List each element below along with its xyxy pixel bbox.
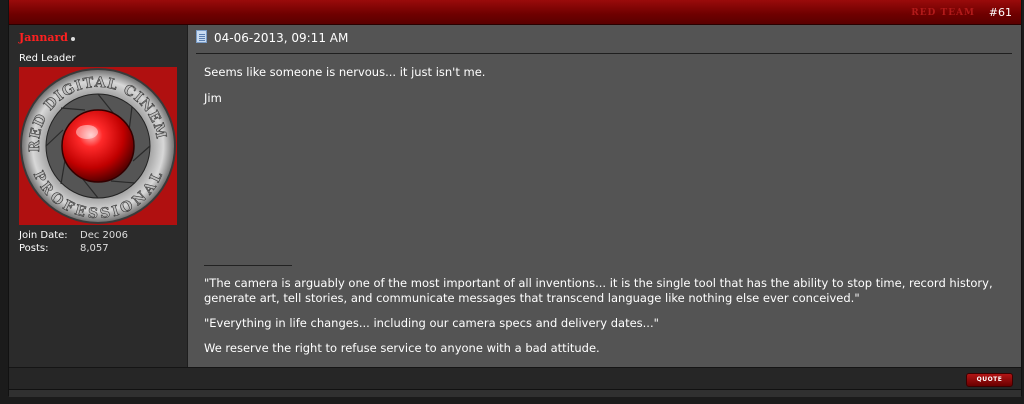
post-separator xyxy=(9,389,1021,397)
post-message: Seems like someone is nervous... it just… xyxy=(204,65,1004,117)
user-title: Red Leader xyxy=(19,53,76,64)
avatar[interactable]: RED DIGITAL CINEMA PROFESSIONAL xyxy=(12,55,177,225)
quote-button[interactable]: QUOTE xyxy=(966,373,1013,387)
post-body: 04-06-2013, 09:11 AM Seems like someone … xyxy=(188,25,1021,367)
user-stats: Join Date: Dec 2006 Posts: 8,057 xyxy=(19,230,179,256)
post-container: RED TEAM #61 Jannard Red Leader RED DIGI… xyxy=(8,0,1022,397)
message-line: Jim xyxy=(204,91,222,105)
signature: "The camera is arguably one of the most … xyxy=(204,276,1014,366)
post-date: 04-06-2013, 09:11 AM xyxy=(214,31,349,45)
message-line: Seems like someone is nervous... it just… xyxy=(204,65,486,79)
stat-row-posts: Posts: 8,057 xyxy=(19,243,179,256)
post-icon xyxy=(196,30,207,43)
online-status-icon xyxy=(71,37,75,41)
stat-row-join-date: Join Date: Dec 2006 xyxy=(19,230,179,243)
red-digital-cinema-logo: RED DIGITAL CINEMA PROFESSIONAL xyxy=(12,55,177,225)
stat-label: Posts: xyxy=(19,243,49,254)
post-date-bar: 04-06-2013, 09:11 AM xyxy=(196,30,1012,54)
stat-label: Join Date: xyxy=(19,230,68,241)
signature-line: "The camera is arguably one of the most … xyxy=(204,276,993,305)
stat-value: 8,057 xyxy=(80,243,109,254)
signature-line: We reserve the right to refuse service t… xyxy=(204,341,600,355)
user-info-panel: Jannard Red Leader RED DIGITAL CINEM PRO… xyxy=(9,25,188,367)
signature-divider xyxy=(204,265,292,266)
signature-line: "Everything in life changes... including… xyxy=(204,316,659,330)
username-link[interactable]: Jannard xyxy=(19,31,68,44)
post-header-bar: RED TEAM #61 xyxy=(9,0,1021,25)
post-number-link[interactable]: #61 xyxy=(989,6,1012,19)
stat-value: Dec 2006 xyxy=(80,230,128,241)
post-footer: QUOTE xyxy=(9,367,1021,389)
team-tag: RED TEAM xyxy=(911,8,975,18)
